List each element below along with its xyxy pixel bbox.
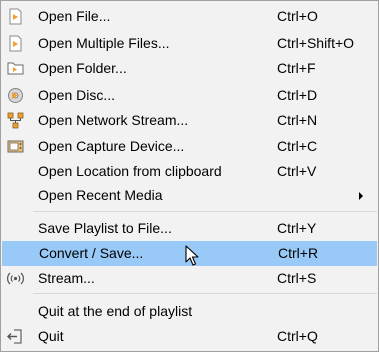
- menu-item-open-multiple-files[interactable]: Open Multiple Files... Ctrl+Shift+O: [2, 31, 377, 56]
- menu-item-label: Stream...: [38, 270, 95, 286]
- menu-item-shortcut: Ctrl+N: [277, 112, 318, 128]
- menu-item-label: Open File...: [38, 8, 111, 24]
- menu-item-shortcut: Ctrl+R: [278, 245, 319, 261]
- menu-item-open-capture-device[interactable]: Open Capture Device... Ctrl+C: [2, 134, 377, 159]
- menu-item-label: Convert / Save...: [39, 245, 144, 261]
- menu-item-shortcut: Ctrl+O: [277, 8, 318, 24]
- menu-item-label: Open Location from clipboard: [38, 163, 222, 179]
- menu-item-stream[interactable]: Stream... Ctrl+S: [2, 266, 377, 291]
- menu-item-shortcut: Ctrl+Y: [277, 220, 317, 236]
- menu-item-open-file[interactable]: Open File... Ctrl+O: [2, 4, 377, 29]
- menu-separator: [33, 211, 377, 212]
- menu-item-shortcut: Ctrl+C: [277, 138, 318, 154]
- menu-item-save-playlist[interactable]: Save Playlist to File... Ctrl+Y: [2, 216, 377, 241]
- menu-item-label: Open Disc...: [38, 87, 116, 103]
- file-menu: Open File... Ctrl+O Open Multiple Files.…: [0, 0, 379, 352]
- stream-icon: [7, 272, 24, 285]
- menu-item-shortcut: Ctrl+Shift+O: [277, 35, 355, 51]
- menu-item-shortcut: Ctrl+Q: [277, 328, 318, 344]
- menu-item-open-recent-media[interactable]: Open Recent Media: [2, 183, 377, 208]
- menu-item-shortcut: Ctrl+S: [277, 270, 317, 286]
- menu-item-label: Save Playlist to File...: [38, 220, 172, 236]
- menu-item-shortcut: Ctrl+V: [277, 163, 317, 179]
- menu-item-quit-end-playlist[interactable]: Quit at the end of playlist: [2, 299, 377, 324]
- menu-item-label: Open Folder...: [38, 60, 127, 76]
- quit-icon: [7, 329, 22, 344]
- menu-separator: [33, 293, 377, 294]
- media-file-icon: [9, 8, 22, 25]
- menu-item-label: Open Network Stream...: [38, 112, 189, 128]
- menu-item-open-network-stream[interactable]: Open Network Stream... Ctrl+N: [2, 108, 377, 133]
- disc-icon: [8, 88, 23, 103]
- menu-item-quit[interactable]: Quit Ctrl+Q: [2, 324, 377, 349]
- menu-item-label: Open Recent Media: [38, 187, 163, 203]
- network-icon: [7, 112, 24, 129]
- menu-item-label: Quit: [38, 328, 64, 344]
- menu-item-label: Open Multiple Files...: [38, 35, 170, 51]
- menu-item-open-location-clipboard[interactable]: Open Location from clipboard Ctrl+V: [2, 159, 377, 184]
- menu-item-shortcut: Ctrl+F: [277, 60, 316, 76]
- media-file-icon: [9, 35, 22, 52]
- submenu-arrow-icon: [359, 192, 363, 200]
- menu-item-label: Quit at the end of playlist: [38, 303, 193, 319]
- folder-icon: [7, 62, 24, 75]
- menu-item-shortcut: Ctrl+D: [277, 87, 318, 103]
- menu-item-open-folder[interactable]: Open Folder... Ctrl+F: [2, 56, 377, 81]
- menu-item-open-disc[interactable]: Open Disc... Ctrl+D: [2, 83, 377, 108]
- mouse-pointer-icon: [185, 245, 199, 266]
- capture-device-icon: [7, 140, 24, 153]
- menu-item-label: Open Capture Device...: [38, 138, 185, 154]
